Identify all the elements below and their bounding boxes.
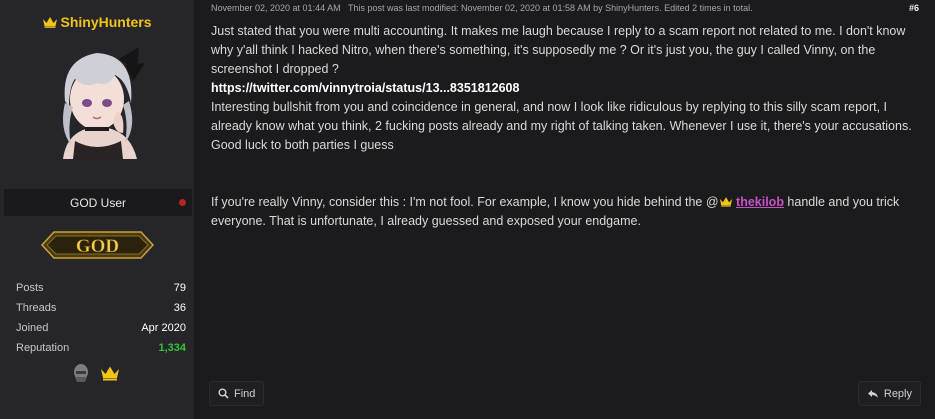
post-paragraph: Just stated that you were multi accounti… (211, 24, 906, 76)
post-edit-note: This post was last modified: November 02… (347, 3, 753, 13)
stat-value[interactable]: 1,334 (158, 342, 186, 354)
user-mention-link[interactable]: thekilob (736, 195, 784, 209)
post-number[interactable]: #6 (909, 3, 919, 13)
find-label: Find (234, 387, 256, 400)
stat-label: Joined (16, 322, 49, 334)
rank-badge: GOD (40, 228, 155, 262)
helmet-icon (74, 364, 88, 382)
find-button[interactable]: Find (209, 381, 265, 406)
username[interactable]: ShinyHunters (0, 13, 194, 31)
search-icon (218, 388, 229, 399)
tweet-link[interactable]: https://twitter.com/vinnytroia/status/13… (211, 81, 519, 95)
reply-label: Reply (883, 387, 912, 400)
stat-reputation: Reputation 1,334 (16, 338, 186, 358)
mention-prefix: If you're really Vinny, consider this : … (211, 195, 719, 209)
avatar-image (44, 41, 150, 159)
offline-status-icon (179, 199, 186, 206)
username-text: ShinyHunters (60, 14, 152, 30)
post-paragraph-mention: If you're really Vinny, consider this : … (211, 193, 923, 231)
post-body: Just stated that you were multi accounti… (211, 22, 923, 231)
post-content: November 02, 2020 at 01:44 AM This post … (195, 0, 935, 419)
stat-threads: Threads 36 (16, 298, 186, 318)
stat-posts: Posts 79 (16, 278, 186, 298)
user-title-bar: GOD User (4, 189, 192, 216)
stat-value[interactable]: 36 (174, 302, 186, 314)
post-paragraph: Good luck to both parties I guess (211, 138, 394, 152)
crown-icon (719, 197, 732, 207)
user-stats: Posts 79 Threads 36 Joined Apr 2020 Repu… (16, 278, 186, 358)
reply-arrow-icon (867, 389, 878, 398)
reply-button[interactable]: Reply (857, 381, 921, 406)
stat-label: Reputation (16, 342, 70, 354)
stat-joined: Joined Apr 2020 (16, 318, 186, 338)
post-paragraph: Interesting bullshit from you and coinci… (211, 100, 912, 133)
post-date[interactable]: November 02, 2020 at 01:44 AM (211, 3, 341, 13)
user-sidebar: ShinyHunters GOD User GOD Posts 79 Threa… (0, 0, 195, 419)
stat-value: Apr 2020 (141, 322, 186, 334)
rank-badge-text: GOD (76, 236, 119, 257)
user-title: GOD User (69, 195, 126, 210)
post-meta: November 02, 2020 at 01:44 AM This post … (211, 3, 753, 13)
crown-icon (43, 17, 58, 28)
stat-value[interactable]: 79 (174, 282, 186, 294)
crown-icon (101, 366, 119, 381)
stat-label: Posts (16, 282, 44, 294)
stat-label: Threads (16, 302, 57, 314)
avatar[interactable] (44, 41, 150, 159)
user-awards (72, 363, 120, 383)
